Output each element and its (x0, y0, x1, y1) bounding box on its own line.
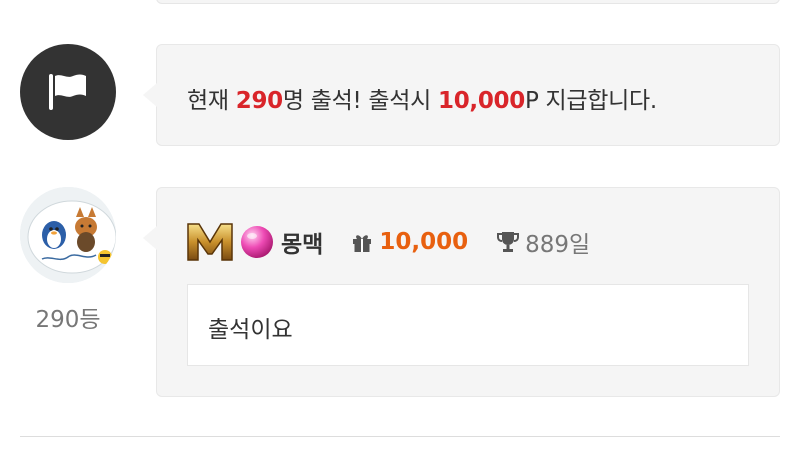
gem-icon (241, 226, 273, 258)
trophy-icon (497, 232, 520, 252)
user-avatar[interactable] (20, 187, 116, 283)
avatar-drawing (20, 187, 116, 283)
user-info-row: 몽맥 10,000 889일 (185, 220, 590, 264)
attendance-days: 889일 (525, 232, 591, 258)
level-badge-icon (187, 223, 233, 261)
comment-points: 10,000 (379, 229, 469, 255)
notice-prefix: 현재 (187, 88, 236, 114)
previous-comment-box (156, 0, 780, 4)
reward-points: 10,000 (437, 88, 525, 114)
notice-bubble: 현재 290명 출석! 출석시 10,000P 지급합니다. (143, 44, 780, 146)
comment-content-box: 출석이요 (187, 284, 749, 366)
flag-icon (49, 74, 86, 110)
attendance-notice: 현재 290명 출석! 출석시 10,000P 지급합니다. (187, 81, 657, 115)
gift-icon (353, 235, 372, 252)
notice-suffix: P 지급합니다. (524, 88, 657, 114)
attendance-count: 290 (235, 88, 283, 114)
divider (20, 436, 780, 437)
attendance-rank: 290등 (35, 307, 101, 333)
bubble-tail (143, 226, 157, 250)
comment-text: 출석이요 (208, 317, 293, 343)
notice-avatar (20, 44, 116, 140)
bubble-tail (143, 83, 157, 107)
notice-middle: 명 출석! 출석시 (282, 88, 438, 114)
nickname[interactable]: 몽맥 (281, 225, 323, 259)
comment-bubble: 몽맥 10,000 889일 출석이요 (143, 187, 780, 397)
